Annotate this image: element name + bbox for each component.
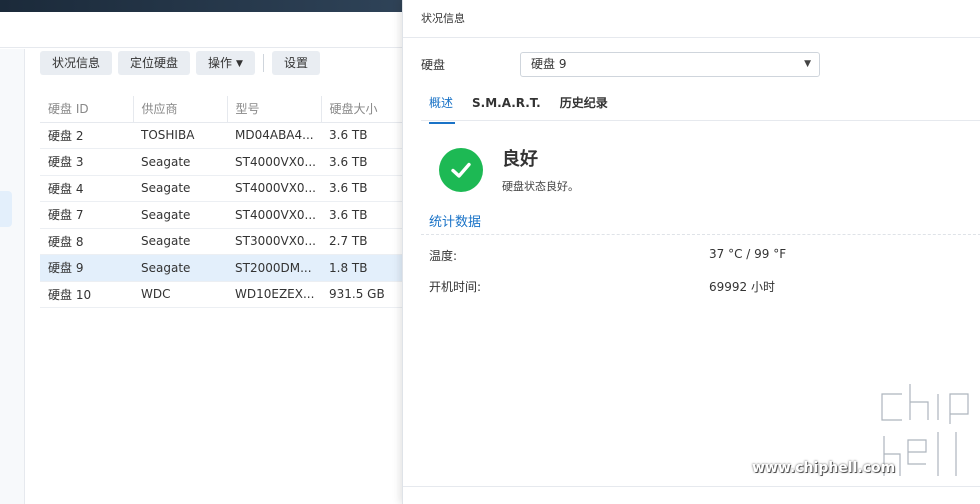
cell-vendor: Seagate xyxy=(133,228,227,255)
cell-vendor: Seagate xyxy=(133,201,227,229)
cell-model: ST4000VX0... xyxy=(227,201,321,229)
health-status-description: 硬盘状态良好。 xyxy=(502,180,579,193)
left-nav-pane xyxy=(0,49,25,504)
cell-disk-id: 硬盘 9 xyxy=(40,254,133,282)
cell-model: ST3000VX0... xyxy=(227,228,321,255)
cell-size: 3.6 TB xyxy=(321,148,402,176)
actions-label: 操作 xyxy=(208,56,233,70)
cell-disk-id: 硬盘 10 xyxy=(40,281,133,308)
table-row[interactable]: 硬盘 10 WDC WD10EZEX... 931.5 GB xyxy=(40,281,402,308)
statistics-section-title: 统计数据 xyxy=(429,215,482,230)
cell-model: MD04ABA4... xyxy=(227,122,321,149)
stat-key: 开机时间: xyxy=(429,280,482,294)
checkmark-circle-icon xyxy=(439,148,483,192)
cell-size: 3.6 TB xyxy=(321,122,402,149)
settings-button[interactable]: 设置 xyxy=(271,51,320,75)
tab-history[interactable]: 历史纪录 xyxy=(552,90,619,120)
disk-toolbar: 状况信息 定位硬盘 操作 ▼ 设置 xyxy=(40,51,320,77)
disk-select[interactable]: 硬盘 9 ▼ xyxy=(520,52,820,77)
chevron-down-icon: ▼ xyxy=(804,59,811,69)
stat-key: 温度: xyxy=(429,249,458,263)
stat-value: 69992 小时 xyxy=(709,280,775,294)
cell-disk-id: 硬盘 7 xyxy=(40,201,133,229)
column-header-model[interactable]: 型号 xyxy=(227,96,322,123)
cell-vendor: Seagate xyxy=(133,175,227,202)
locate-disk-button[interactable]: 定位硬盘 xyxy=(118,51,191,75)
table-row[interactable]: 硬盘 3 Seagate ST4000VX0... 3.6 TB xyxy=(40,148,402,176)
cell-vendor: Seagate xyxy=(133,254,227,282)
section-divider xyxy=(421,234,980,235)
cell-disk-id: 硬盘 2 xyxy=(40,122,133,149)
cell-disk-id: 硬盘 3 xyxy=(40,148,133,176)
cell-vendor: TOSHIBA xyxy=(133,122,227,149)
table-row-selected[interactable]: 硬盘 9 Seagate ST2000DM... 1.8 TB xyxy=(40,254,402,282)
cell-size: 3.6 TB xyxy=(321,201,402,229)
table-row[interactable]: 硬盘 4 Seagate ST4000VX0... 3.6 TB xyxy=(40,175,402,202)
disk-list-table: 硬盘 ID 供应商 型号 硬盘大小 硬盘 2 TOSHIBA MD04ABA4...… xyxy=(40,96,402,308)
left-nav-selected-item[interactable] xyxy=(0,191,12,227)
cell-model: ST4000VX0... xyxy=(227,148,321,176)
cell-vendor: Seagate xyxy=(133,148,227,176)
toolbar-divider xyxy=(262,54,264,72)
column-header-size[interactable]: 硬盘大小 xyxy=(321,96,402,123)
cell-size: 3.6 TB xyxy=(321,175,402,202)
column-header-vendor[interactable]: 供应商 xyxy=(133,96,228,123)
cell-disk-id: 硬盘 4 xyxy=(40,175,133,202)
health-status-title: 良好 xyxy=(502,149,538,170)
cell-size: 2.7 TB xyxy=(321,228,402,255)
disk-selector-row: 硬盘 硬盘 9 ▼ xyxy=(421,52,820,77)
cell-size: 931.5 GB xyxy=(321,281,402,308)
table-row[interactable]: 硬盘 7 Seagate ST4000VX0... 3.6 TB xyxy=(40,201,402,229)
panel-title: 状况信息 xyxy=(403,0,980,38)
disk-selector-label: 硬盘 xyxy=(421,58,446,72)
cell-size: 1.8 TB xyxy=(321,254,402,282)
table-row[interactable]: 硬盘 2 TOSHIBA MD04ABA4... 3.6 TB xyxy=(40,122,402,149)
cell-vendor: WDC xyxy=(133,281,227,308)
cell-model: ST4000VX0... xyxy=(227,175,321,202)
cell-model: WD10EZEX... xyxy=(227,281,321,308)
cell-disk-id: 硬盘 8 xyxy=(40,228,133,255)
stat-value: 37 °C / 99 °F xyxy=(709,247,787,261)
tab-overview[interactable]: 概述 xyxy=(421,90,464,124)
status-info-button[interactable]: 状况信息 xyxy=(40,51,113,75)
table-row[interactable]: 硬盘 8 Seagate ST3000VX0... 2.7 TB xyxy=(40,228,402,255)
panel-tabs: 概述 S.M.A.R.T. 历史纪录 xyxy=(421,90,980,124)
column-header-disk-id[interactable]: 硬盘 ID xyxy=(40,96,134,123)
health-status: 良好 硬盘状态良好。 xyxy=(439,148,579,194)
table-header-row: 硬盘 ID 供应商 型号 硬盘大小 xyxy=(40,96,402,123)
actions-dropdown-button[interactable]: 操作 ▼ xyxy=(196,51,255,75)
watermark-site-text: www.chiphell.com xyxy=(752,460,896,476)
cell-model: ST2000DM... xyxy=(227,254,321,282)
disk-select-value: 硬盘 9 xyxy=(531,57,567,71)
caret-down-icon: ▼ xyxy=(236,59,243,69)
tab-smart[interactable]: S.M.A.R.T. xyxy=(464,90,552,120)
